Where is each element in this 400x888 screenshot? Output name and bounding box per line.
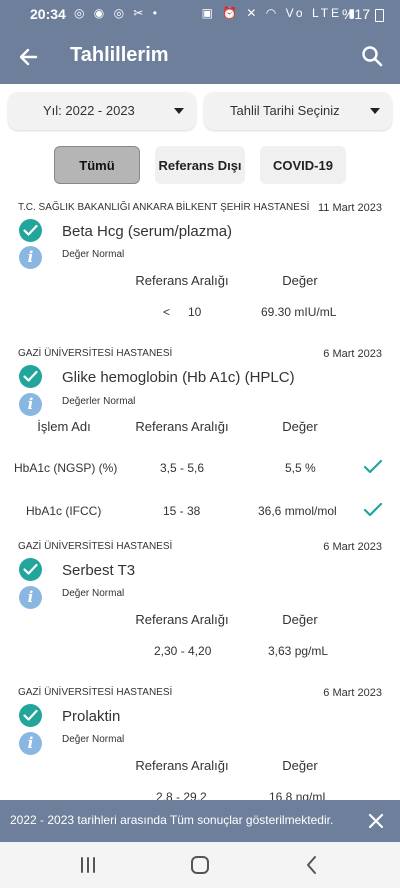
search-icon	[362, 46, 383, 67]
filter-covid-button[interactable]: COVID-19	[260, 146, 346, 184]
recent-apps-button[interactable]	[76, 854, 100, 876]
column-header-reference: Referans Aralığı	[135, 419, 229, 434]
result-date: 11 Mart 2023	[317, 202, 382, 214]
result-value: 5,5 %	[285, 461, 316, 475]
date-select[interactable]: Tahlil Tarihi Seçiniz	[204, 92, 392, 130]
column-header-reference: Referans Aralığı	[135, 612, 229, 627]
system-nav-bar	[0, 842, 400, 888]
column-header-value: Değer	[282, 758, 318, 773]
check-circle-icon	[19, 219, 42, 242]
home-icon	[191, 856, 209, 874]
nav-back-button[interactable]	[300, 854, 324, 876]
hospital-name: GAZİ ÜNİVERSİTESİ HASTANESİ	[18, 687, 173, 698]
reference-range: 3,5 - 5,6	[160, 461, 205, 475]
result-status: Değerler Normal	[62, 396, 136, 407]
recent-apps-icon	[81, 857, 95, 873]
page-title: Tahlillerim	[70, 44, 169, 66]
test-name: Serbest T3	[62, 562, 136, 579]
info-icon[interactable]: i	[19, 393, 42, 416]
result-date: 6 Mart 2023	[323, 541, 382, 553]
column-header-reference: Referans Aralığı	[135, 758, 229, 773]
snackbar-message: 2022 - 2023 tarihleri arasında Tüm sonuç…	[10, 813, 334, 827]
app-bar: Tahlillerim	[0, 30, 400, 84]
column-header-value: Değer	[282, 273, 318, 288]
back-button[interactable]	[14, 42, 44, 72]
system-icons: ▣ ⏰ ✕ ◠ Vo LTE ▮	[201, 6, 358, 20]
result-status: Değer Normal	[62, 588, 125, 599]
test-name: Beta Hcg (serum/plazma)	[62, 223, 233, 240]
info-icon[interactable]: i	[19, 732, 42, 755]
reference-range: 15 - 38	[163, 504, 201, 518]
caret-down-icon	[174, 108, 184, 114]
column-header-value: Değer	[282, 419, 318, 434]
result-date: 6 Mart 2023	[323, 348, 382, 360]
date-select-value: Tahlil Tarihi Seçiniz	[230, 103, 340, 118]
parameter-name: HbA1c (NGSP) (%)	[14, 461, 118, 475]
info-icon[interactable]: i	[19, 586, 42, 609]
check-icon	[363, 502, 383, 517]
check-circle-icon	[19, 365, 42, 388]
snackbar: 2022 - 2023 tarihleri arasında Tüm sonuç…	[0, 800, 400, 842]
result-status: Değer Normal	[62, 734, 125, 745]
notification-icons: ◎ ◉ ◎ ✂ •	[74, 6, 161, 20]
hospital-name: GAZİ ÜNİVERSİTESİ HASTANESİ	[18, 348, 173, 359]
hospital-name: T.C. SAĞLIK BAKANLIĞI ANKARA BİLKENT ŞEH…	[18, 202, 310, 213]
check-circle-icon	[19, 558, 42, 581]
parameter-name: HbA1c (IFCC)	[26, 504, 102, 518]
test-name: Glike hemoglobin (Hb A1c) (HPLC)	[62, 369, 295, 386]
close-button[interactable]	[366, 811, 386, 831]
reference-operator: <	[163, 305, 171, 319]
status-time: 20:34	[30, 6, 66, 22]
reference-range: 10	[188, 305, 202, 319]
check-icon	[363, 459, 383, 474]
year-select-value: Yıl: 2022 - 2023	[43, 103, 135, 118]
info-icon[interactable]: i	[19, 246, 42, 269]
status-bar: 20:34 ◎ ◉ ◎ ✂ • ▣ ⏰ ✕ ◠ Vo LTE ▮ %17	[0, 0, 400, 30]
search-button[interactable]	[358, 42, 388, 72]
column-header-name: İşlem Adı	[37, 419, 91, 434]
hospital-name: GAZİ ÜNİVERSİTESİ HASTANESİ	[18, 541, 173, 552]
battery-level: %17	[341, 6, 370, 22]
result-value: 69.30 mIU/mL	[261, 305, 337, 319]
result-value: 3,63 pg/mL	[268, 644, 329, 658]
caret-down-icon	[370, 108, 380, 114]
result-value: 36,6 mmol/mol	[258, 504, 337, 518]
home-button[interactable]	[188, 854, 212, 876]
battery-icon	[375, 9, 384, 22]
check-circle-icon	[19, 704, 42, 727]
year-select[interactable]: Yıl: 2022 - 2023	[8, 92, 196, 130]
filter-all-button[interactable]: Tümü	[54, 146, 140, 184]
column-header-reference: Referans Aralığı	[135, 273, 229, 288]
filter-out-of-range-button[interactable]: Referans Dışı	[155, 146, 245, 184]
reference-range: 2,30 - 4,20	[154, 644, 212, 658]
arrow-left-icon	[19, 48, 38, 66]
close-icon	[368, 813, 384, 829]
result-status: Değer Normal	[62, 249, 125, 260]
test-name: Prolaktin	[62, 708, 121, 725]
column-header-value: Değer	[282, 612, 318, 627]
result-date: 6 Mart 2023	[323, 687, 382, 699]
back-icon	[307, 856, 316, 874]
